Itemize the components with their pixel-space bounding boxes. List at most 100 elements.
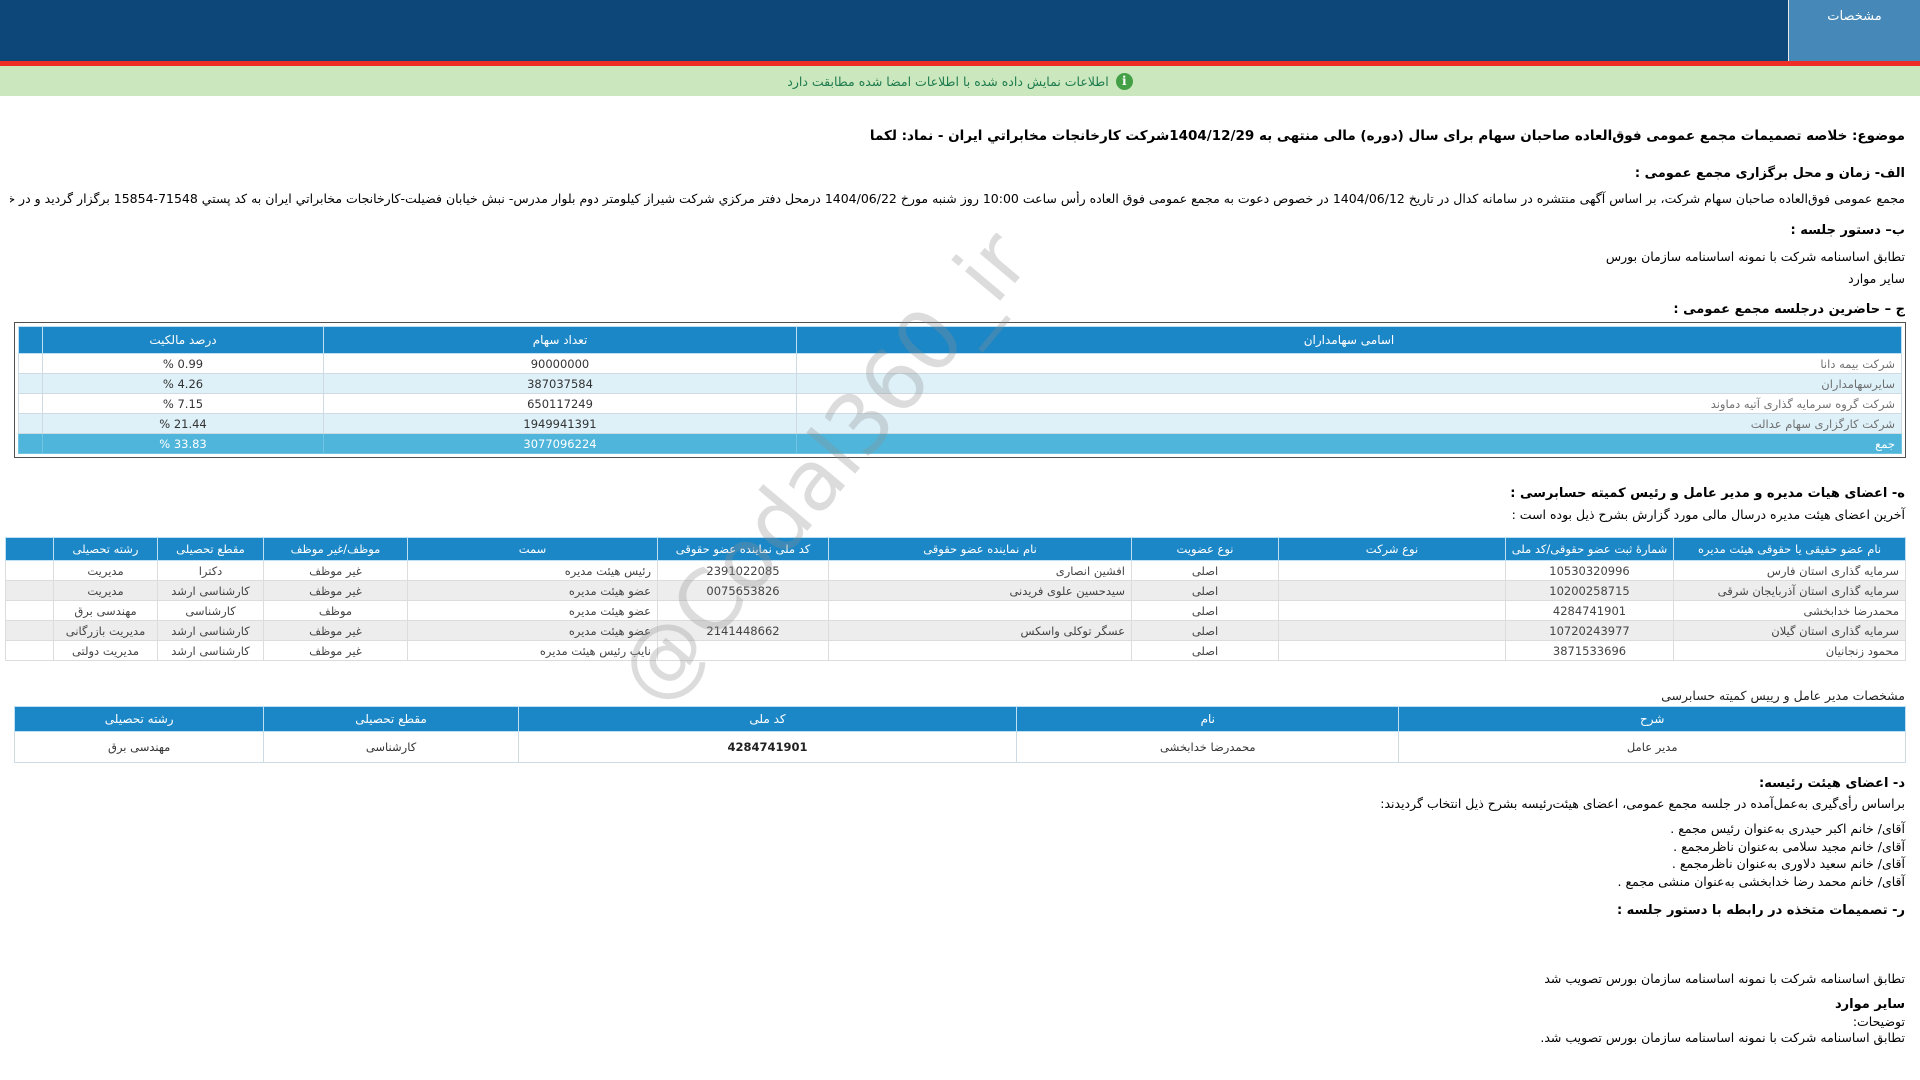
representative-code: 2141448662 — [658, 621, 829, 641]
ownership-pct: 21.44 % — [43, 414, 324, 434]
section-he-subtitle: آخرین اعضای هیئت مدیره درسال مالی مورد گ… — [1512, 507, 1905, 522]
member-name: محمدرضا خدابخشی — [1674, 601, 1906, 621]
member-name: محمود زنجانیان — [1674, 641, 1906, 661]
field: مدیریت — [54, 561, 158, 581]
position: نایب رئیس هیئت مدیره — [408, 641, 658, 661]
degree: کارشناسی ارشد — [158, 581, 264, 601]
col-header-field: رشته تحصیلی — [15, 707, 264, 732]
presiding-member: آقای/ خانم محمد رضا خدابخشی به‌عنوان منش… — [1618, 873, 1905, 891]
empty-cell — [6, 601, 54, 621]
reg-number: 10530320996 — [1506, 561, 1674, 581]
total-share-count: 3077096224 — [324, 434, 797, 454]
degree: کارشناسی ارشد — [158, 641, 264, 661]
representative-code — [658, 601, 829, 621]
duty: موظف — [264, 601, 408, 621]
reg-number: 10200258715 — [1506, 581, 1674, 601]
ceo-name: محمدرضا خدابخشی — [1017, 732, 1399, 763]
degree: کارشناسی ارشد — [158, 621, 264, 641]
duty: غیر موظف — [264, 561, 408, 581]
top-navigation-bar — [0, 0, 1920, 61]
col-header-empty — [6, 538, 54, 561]
presiding-member: آقای/ خانم اکبر حیدری به‌عنوان رئیس مجمع… — [1618, 820, 1905, 838]
presiding-member: آقای/ خانم سعید دلاوری به‌عنوان ناظرمجمع… — [1618, 855, 1905, 873]
info-icon — [1116, 73, 1133, 90]
field: مهندسی برق — [54, 601, 158, 621]
representative-code — [658, 641, 829, 661]
duty: غیر موظف — [264, 641, 408, 661]
col-header-company-type: نوع شرکت — [1279, 538, 1506, 561]
ceo-row: مدیر عامل محمدرضا خدابخشی 4284741901 کار… — [15, 732, 1906, 763]
shareholder-row: شرکت کارگزاری سهام عدالت 1949941391 21.4… — [19, 414, 1902, 434]
shareholder-name: شرکت کارگزاری سهام عدالت — [797, 414, 1902, 434]
membership-type: اصلی — [1132, 581, 1279, 601]
col-header-field: رشته تحصیلی — [54, 538, 158, 561]
note-text: تطابق اساسنامه شرکت با نمونه اساسنامه سا… — [1540, 1030, 1905, 1045]
col-header-name: نام — [1017, 707, 1399, 732]
company-type — [1279, 601, 1506, 621]
ceo-national-code: 4284741901 — [518, 732, 1017, 763]
representative-name — [829, 601, 1132, 621]
section-re-title: ر- تصمیمات متخذه در رابطه با دستور جلسه … — [1617, 903, 1905, 918]
presiding-member: آقای/ خانم مجید سلامی به‌عنوان ناظرمجمع … — [1618, 838, 1905, 856]
col-header-empty — [19, 327, 43, 354]
empty-cell — [6, 581, 54, 601]
reg-number: 4284741901 — [1506, 601, 1674, 621]
position: رئیس هیئت مدیره — [408, 561, 658, 581]
shareholder-name: سایرسهامداران — [797, 374, 1902, 394]
agenda-item: سایر موارد — [1848, 271, 1905, 286]
col-header-share-count: تعداد سهام — [324, 327, 797, 354]
field: مدیریت دولتی — [54, 641, 158, 661]
board-member-row: محمدرضا خدابخشی 4284741901 اصلی عضو هیئت… — [6, 601, 1906, 621]
share-count: 387037584 — [324, 374, 797, 394]
representative-name — [829, 641, 1132, 661]
resolution-text: تطابق اساسنامه شرکت با نمونه اساسنامه سا… — [1544, 971, 1905, 986]
reg-number: 3871533696 — [1506, 641, 1674, 661]
degree: کارشناسی — [158, 601, 264, 621]
duty: غیر موظف — [264, 621, 408, 641]
section-be-title: ب– دستور جلسه : — [1790, 223, 1905, 238]
tab-specifications[interactable]: مشخصات — [1788, 0, 1920, 61]
board-member-row: محمود زنجانیان 3871533696 اصلی نایب رئیس… — [6, 641, 1906, 661]
col-header-degree: مقطع تحصیلی — [158, 538, 264, 561]
presiding-board-list: آقای/ خانم اکبر حیدری به‌عنوان رئیس مجمع… — [1618, 820, 1905, 890]
section-alef-title: الف- زمان و محل برگزاری مجمع عمومی : — [1635, 166, 1905, 181]
empty-cell — [19, 394, 43, 414]
membership-type: اصلی — [1132, 621, 1279, 641]
empty-cell — [19, 354, 43, 374]
position: عضو هیئت مدیره — [408, 601, 658, 621]
col-header-description: شرح — [1399, 707, 1906, 732]
ceo-description: مدیر عامل — [1399, 732, 1906, 763]
shareholder-row: سایرسهامداران 387037584 4.26 % — [19, 374, 1902, 394]
codal-report-page: { "colors": { "topbar": "#0d4779", "tab"… — [0, 0, 1920, 1080]
position: عضو هیئت مدیره — [408, 581, 658, 601]
section-dal-title: د- اعضای هیئت رئیسه: — [1759, 776, 1905, 791]
position: عضو هیئت مدیره — [408, 621, 658, 641]
col-header-membership-type: نوع عضویت — [1132, 538, 1279, 561]
reg-number: 10720243977 — [1506, 621, 1674, 641]
section-he-title: ه- اعضای هیات مدیره و مدیر عامل و رئیس ک… — [1510, 486, 1905, 501]
share-count: 1949941391 — [324, 414, 797, 434]
col-header-national-code: کد ملی — [518, 707, 1017, 732]
field: مدیریت بازرگانی — [54, 621, 158, 641]
board-member-row: سرمایه گذاری استان فارس 10530320996 اصلی… — [6, 561, 1906, 581]
agenda-item: تطابق اساسنامه شرکت با نمونه اساسنامه سا… — [1606, 249, 1905, 264]
board-table: نام عضو حقیقی یا حقوقی هیئت مدیره شمارۀ … — [5, 537, 1906, 661]
shareholders-table: اسامی سهامداران تعداد سهام درصد مالکیت ش… — [18, 326, 1902, 454]
empty-cell — [6, 641, 54, 661]
ownership-pct: 7.15 % — [43, 394, 324, 414]
ceo-table: شرح نام کد ملی مقطع تحصیلی رشته تحصیلی م… — [14, 706, 1906, 763]
shareholders-table-container: اسامی سهامداران تعداد سهام درصد مالکیت ش… — [14, 322, 1906, 458]
shareholder-name: شرکت گروه سرمایه گذاری آتیه دماوند — [797, 394, 1902, 414]
empty-cell — [6, 621, 54, 641]
shareholder-row: شرکت گروه سرمایه گذاری آتیه دماوند 65011… — [19, 394, 1902, 414]
representative-name: عسگر توکلی واسکس — [829, 621, 1132, 641]
board-member-row: سرمایه گذاری استان گیلان 10720243977 اصل… — [6, 621, 1906, 641]
empty-cell — [19, 414, 43, 434]
shareholder-row: شرکت بیمه دانا 90000000 0.99 % — [19, 354, 1902, 374]
section-jim-title: ج – حاضرین درجلسه مجمع عمومی : — [1673, 302, 1905, 317]
col-header-member-name: نام عضو حقیقی یا حقوقی هیئت مدیره — [1674, 538, 1906, 561]
section-alef-body: مجمع عمومی فوق‌العاده صاحبان سهام شرکت، … — [10, 191, 1905, 206]
representative-name: افشین انصاری — [829, 561, 1132, 581]
ownership-pct: 0.99 % — [43, 354, 324, 374]
membership-type: اصلی — [1132, 641, 1279, 661]
